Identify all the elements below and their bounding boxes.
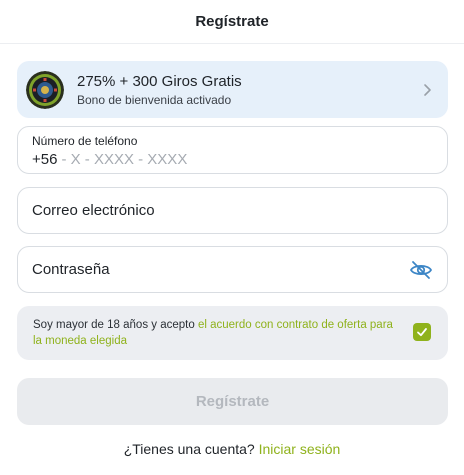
email-placeholder: Correo electrónico [32, 202, 155, 219]
email-field[interactable]: Correo electrónico [17, 187, 448, 234]
login-link[interactable]: Iniciar sesión [259, 441, 341, 457]
bonus-subtitle: Bono de bienvenida activado [77, 93, 232, 107]
bonus-banner[interactable]: 275% + 300 Giros Gratis Bono de bienveni… [17, 61, 448, 118]
roulette-wheel-icon [26, 70, 64, 109]
terms-text: Soy mayor de 18 años y acepto el acuerdo… [33, 317, 393, 349]
checkmark-icon [417, 328, 427, 337]
chevron-right-icon [424, 83, 431, 96]
password-field[interactable]: Contraseña [17, 246, 448, 293]
bonus-title: 275% + 300 Giros Gratis [77, 73, 242, 90]
phone-label: Número de teléfono [32, 134, 138, 148]
terms-prefix: Soy mayor de 18 años y acepto [33, 319, 198, 331]
eye-off-icon[interactable] [409, 260, 433, 280]
phone-placeholder: - X - XXXX - XXXX [61, 151, 188, 168]
terms-agreement: Soy mayor de 18 años y acepto el acuerdo… [17, 306, 448, 360]
phone-input[interactable]: +56 - X - XXXX - XXXX [32, 151, 433, 168]
login-question: ¿Tienes una cuenta? [123, 441, 259, 457]
bonus-text: 275% + 300 Giros Gratis Bono de bienveni… [77, 72, 420, 107]
header: Regístrate [0, 0, 464, 44]
login-prompt: ¿Tienes una cuenta? Iniciar sesión [0, 441, 464, 457]
register-button[interactable]: Regístrate [17, 378, 448, 425]
password-placeholder: Contraseña [32, 261, 110, 278]
country-code: +56 [32, 151, 58, 168]
phone-field[interactable]: Número de teléfono +56 - X - XXXX - XXXX [17, 126, 448, 174]
page-title: Regístrate [195, 13, 269, 30]
terms-checkbox[interactable] [413, 323, 431, 341]
